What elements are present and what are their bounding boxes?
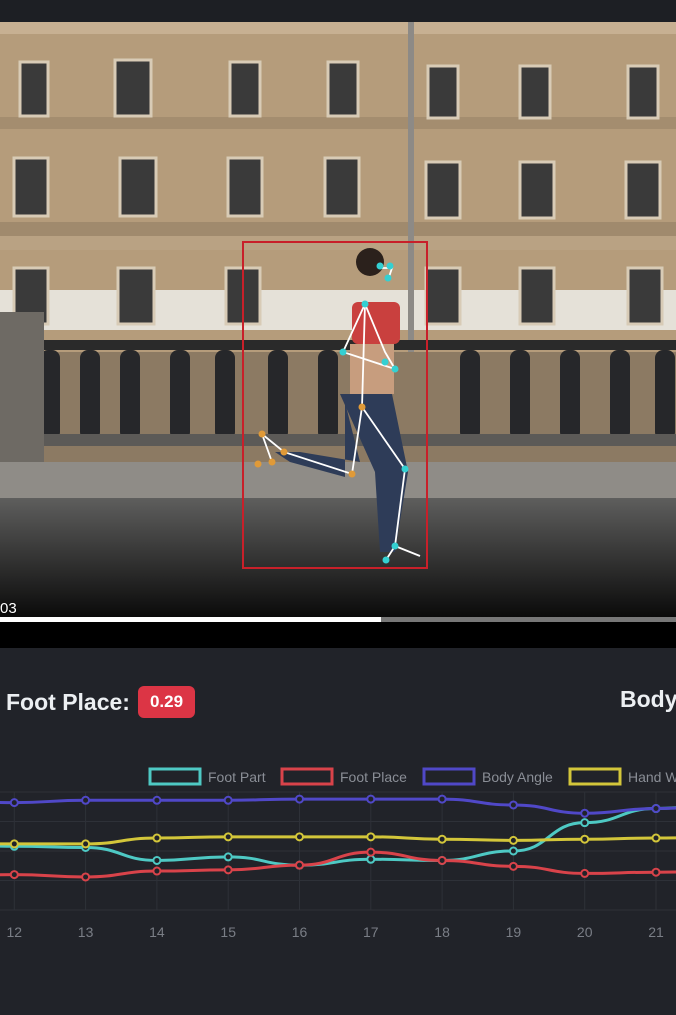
foot-place-label: Foot Place:: [6, 688, 130, 715]
data-point: [81, 872, 91, 882]
x-tick-label: 21: [648, 924, 664, 940]
body-metric: Body: [620, 686, 676, 713]
data-point: [295, 794, 304, 804]
data-point: [651, 804, 661, 814]
video-frame: [0, 22, 676, 618]
data-point: [152, 855, 162, 865]
data-point: [223, 795, 233, 805]
data-point: [152, 795, 162, 805]
data-point: [366, 794, 376, 804]
legend-label: Foot Part: [208, 769, 266, 785]
x-tick-label: 20: [577, 924, 593, 940]
data-point: [437, 855, 447, 865]
data-point: [580, 818, 590, 828]
x-tick-label: 13: [78, 924, 94, 940]
data-point: [580, 868, 590, 878]
data-point: [366, 847, 376, 857]
data-point: [508, 846, 518, 856]
data-point: [81, 795, 91, 805]
legend-label: Foot Place: [340, 769, 407, 785]
series-line: [0, 797, 676, 815]
x-tick-label: 12: [7, 924, 23, 940]
data-point: [508, 861, 518, 871]
data-point: [651, 833, 661, 843]
data-point: [366, 854, 376, 864]
metrics-line-chart: 111213141516171819202122Foot PartFoot Pl…: [0, 767, 676, 940]
data-point: [152, 833, 162, 843]
video-player[interactable]: 03: [0, 22, 676, 618]
data-point: [295, 832, 304, 842]
data-point: [580, 834, 590, 844]
divider: [0, 622, 676, 648]
data-point: [223, 852, 233, 862]
legend-swatch: [280, 767, 334, 786]
x-tick-label: 16: [292, 924, 308, 940]
data-point: [81, 839, 91, 849]
data-point: [508, 835, 518, 845]
data-point: [223, 832, 233, 842]
video-timecode: 03: [0, 600, 17, 617]
data-point: [9, 839, 19, 849]
legend-swatch: [568, 767, 622, 786]
legend-swatch: [422, 767, 476, 786]
top-bar: [0, 0, 676, 22]
x-tick-label: 19: [506, 924, 522, 940]
legend-swatch: [148, 767, 202, 786]
data-point: [437, 834, 447, 844]
data-point: [295, 860, 304, 870]
data-point: [508, 800, 518, 810]
data-point: [651, 867, 661, 877]
data-point: [366, 832, 376, 842]
data-point: [9, 798, 19, 808]
data-point: [152, 866, 162, 876]
x-tick-label: 17: [363, 924, 379, 940]
data-point: [580, 808, 590, 818]
data-point: [223, 865, 233, 875]
data-point: [437, 794, 447, 804]
x-tick-label: 15: [220, 924, 236, 940]
legend-label: Body Angle: [482, 769, 553, 785]
series-line: [0, 835, 676, 846]
x-tick-label: 14: [149, 924, 165, 940]
foot-place-value-badge: 0.29: [137, 686, 196, 718]
legend-label: Hand W: [628, 769, 676, 785]
data-point: [9, 870, 19, 880]
foot-place-metric: Foot Place: 0.29: [6, 686, 196, 718]
series-line: [0, 850, 676, 879]
x-tick-label: 18: [434, 924, 450, 940]
body-metric-label: Body: [620, 686, 676, 712]
